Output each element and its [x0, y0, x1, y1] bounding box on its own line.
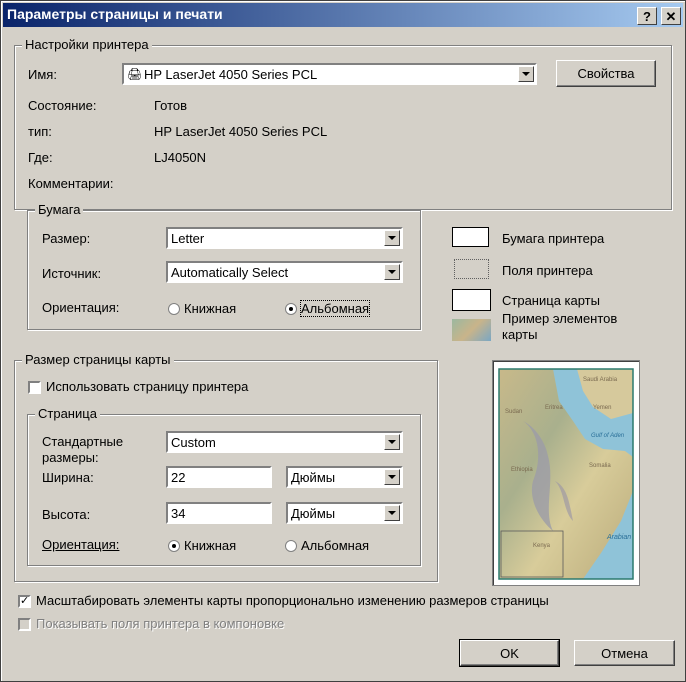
printer-margins-swatch	[454, 259, 489, 279]
legend-map-elements-line2: карты	[502, 327, 538, 342]
map-page-swatch	[452, 289, 491, 311]
title-bar: Параметры страницы и печати ? ✕	[3, 3, 683, 27]
height-value: 34	[171, 506, 186, 521]
page-group-label: Страница	[35, 406, 100, 421]
show-margins-checkbox[interactable]	[18, 618, 31, 631]
where-label: Где:	[28, 150, 53, 165]
width-units-select[interactable]: Дюймы	[286, 466, 403, 488]
map-portrait-radio[interactable]	[168, 540, 180, 552]
paper-size-select[interactable]: Letter	[166, 227, 403, 249]
chevron-down-icon[interactable]	[384, 469, 400, 485]
layout-preview: Saudi Arabia Sudan Eritrea Yemen Gulf of…	[492, 360, 640, 586]
paper-portrait-radio[interactable]	[168, 303, 180, 315]
map-landscape-label: Альбомная	[301, 538, 370, 553]
scale-elements-label: Масштабировать элементы карты пропорцион…	[36, 593, 549, 608]
map-label-yemen: Yemen	[593, 405, 611, 411]
standard-sizes-select[interactable]: Custom	[166, 431, 403, 453]
paper-portrait-label: Книжная	[184, 301, 237, 316]
width-label: Ширина:	[42, 470, 94, 485]
close-button[interactable]: ✕	[661, 7, 681, 25]
cancel-button[interactable]: Отмена	[574, 640, 675, 666]
printer-name-label: Имя:	[28, 67, 57, 82]
standard-sizes-value: Custom	[171, 435, 216, 450]
ok-button-label: OK	[500, 646, 519, 661]
map-label-eritrea: Eritrea	[545, 405, 563, 411]
map-preview-image: Saudi Arabia Sudan Eritrea Yemen Gulf of…	[498, 368, 634, 580]
standard-sizes-label-1: Стандартные	[42, 434, 124, 449]
properties-button[interactable]: Свойства	[556, 60, 656, 87]
height-units-value: Дюймы	[291, 506, 336, 521]
paper-source-select[interactable]: Automatically Select	[166, 261, 403, 283]
where-value: LJ4050N	[154, 150, 207, 165]
map-label-gulf: Gulf of Aden	[591, 433, 625, 439]
close-icon: ✕	[665, 9, 677, 24]
paper-source-value: Automatically Select	[171, 265, 289, 280]
legend-printer-margins: Поля принтера	[502, 263, 593, 278]
scale-elements-checkbox[interactable]: ✓	[18, 595, 31, 608]
printer-icon: 🖨	[127, 67, 143, 81]
map-label-sudan: Sudan	[505, 409, 522, 415]
map-label-kenya: Kenya	[533, 543, 551, 549]
legend-printer-paper: Бумага принтера	[502, 231, 605, 246]
map-landscape-radio[interactable]	[285, 540, 297, 552]
help-button[interactable]: ?	[637, 7, 657, 25]
window-title: Параметры страницы и печати	[7, 6, 223, 22]
height-label: Высота:	[42, 507, 91, 522]
printer-name-value: HP LaserJet 4050 Series PCL	[144, 67, 318, 82]
map-label-saudi: Saudi Arabia	[583, 377, 618, 383]
legend-map-elements-line1: Пример элементов	[502, 311, 618, 326]
paper-source-label: Источник:	[42, 266, 102, 281]
paper-group-label: Бумага	[35, 202, 84, 217]
map-elements-swatch	[452, 319, 491, 341]
status-value: Готов	[154, 98, 188, 113]
chevron-down-icon[interactable]	[384, 264, 400, 280]
show-margins-label: Показывать поля принтера в компоновке	[36, 616, 285, 631]
use-printer-page-checkbox[interactable]	[28, 381, 41, 394]
paper-landscape-radio[interactable]	[285, 303, 297, 315]
type-value: HP LaserJet 4050 Series PCL	[154, 124, 328, 139]
map-portrait-label: Книжная	[184, 538, 237, 553]
printer-settings-label: Настройки принтера	[22, 37, 152, 52]
legend-map-page: Страница карты	[502, 293, 600, 308]
status-label: Состояние:	[28, 98, 97, 113]
printer-paper-swatch	[452, 227, 489, 247]
paper-orientation-label: Ориентация:	[42, 300, 120, 315]
width-units-value: Дюймы	[291, 470, 336, 485]
page-print-setup-dialog: Параметры страницы и печати ? ✕ Настройк…	[0, 0, 686, 682]
width-value: 22	[171, 470, 186, 485]
height-input[interactable]: 34	[166, 502, 272, 524]
properties-button-label: Свойства	[577, 66, 635, 81]
width-input[interactable]: 22	[166, 466, 272, 488]
paper-landscape-label: Альбомная	[299, 300, 371, 317]
chevron-down-icon[interactable]	[384, 434, 400, 450]
printer-name-select[interactable]: 🖨 HP LaserJet 4050 Series PCL	[122, 63, 537, 85]
use-printer-page-label: Использовать страницу принтера	[46, 379, 249, 394]
map-label-ethiopia: Ethiopia	[511, 467, 533, 473]
standard-sizes-label-2: размеры:	[42, 450, 99, 465]
map-page-size-label: Размер страницы карты	[22, 352, 174, 367]
ok-button[interactable]: OK	[459, 639, 560, 667]
comment-label: Комментарии:	[28, 176, 114, 191]
paper-size-value: Letter	[171, 231, 205, 246]
type-label: тип:	[28, 124, 52, 139]
paper-size-label: Размер:	[42, 231, 91, 246]
map-label-arabian: Arabian	[606, 534, 631, 541]
chevron-down-icon[interactable]	[384, 230, 400, 246]
map-label-somalia: Somalia	[589, 463, 611, 469]
chevron-down-icon[interactable]	[518, 66, 534, 82]
map-orientation-label: Ориентация:	[42, 537, 120, 552]
help-icon: ?	[643, 9, 651, 24]
cancel-button-label: Отмена	[601, 646, 648, 661]
chevron-down-icon[interactable]	[384, 505, 400, 521]
height-units-select[interactable]: Дюймы	[286, 502, 403, 524]
